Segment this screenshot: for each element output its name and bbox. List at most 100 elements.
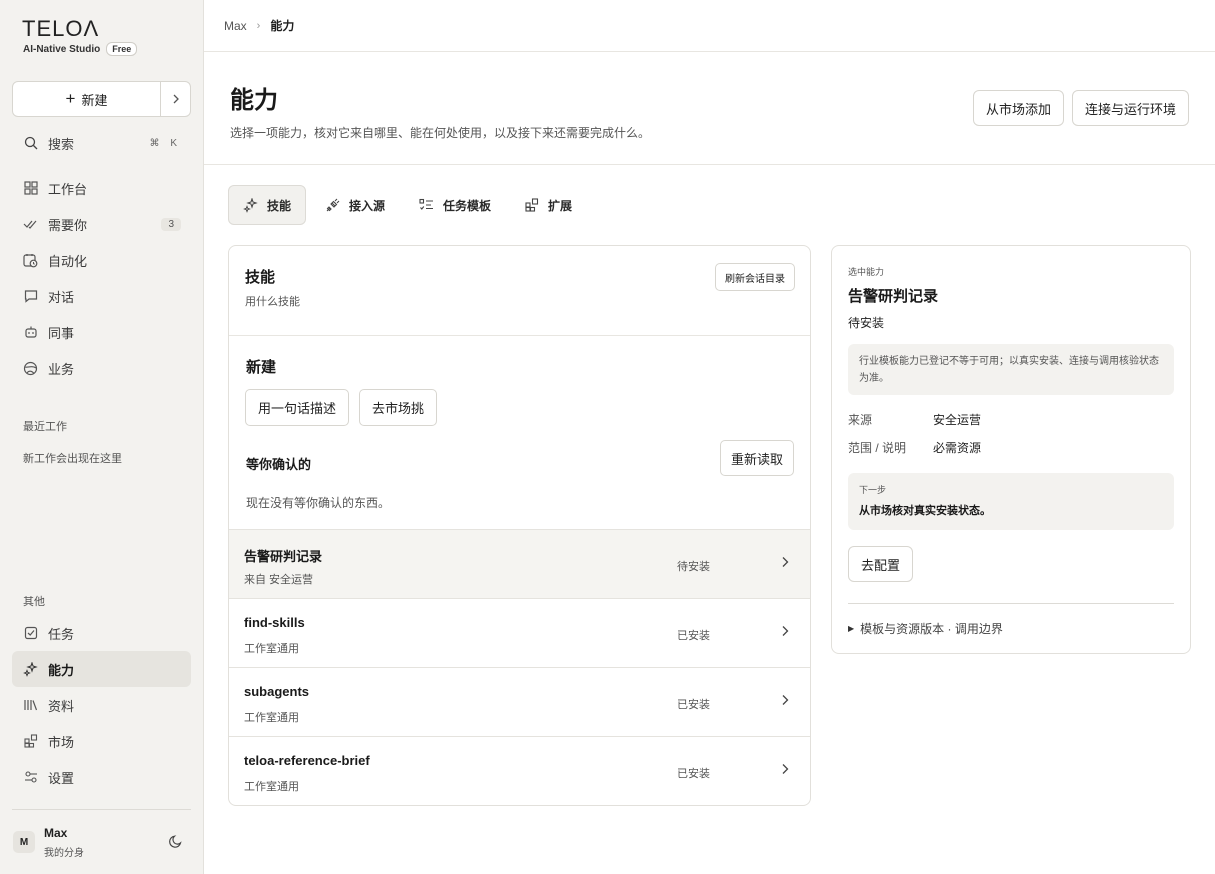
skills-list: 告警研判记录 来自 安全运营 待安装 find-skills 工作室通用 已安装…	[229, 529, 810, 805]
tab-label: 技能	[267, 198, 292, 213]
sidebar: TELOΛ AI-Native Studio Free + 新建 搜索 ⌘ K …	[0, 0, 204, 874]
describe-in-one-sentence-button[interactable]: 用一句话描述	[245, 389, 349, 426]
page-description: 选择一项能力，核对它来自哪里、能在何处使用，以及接下来还需要完成什么。	[230, 126, 651, 140]
reload-button[interactable]: 重新读取	[720, 440, 794, 476]
source-value: 安全运营	[933, 413, 982, 427]
search-shortcut: ⌘ K	[149, 137, 181, 149]
sliders-icon	[23, 770, 38, 785]
nav-item-library[interactable]: 资料	[12, 687, 191, 723]
plug-icon	[325, 198, 340, 213]
nav-item-tasks[interactable]: 任务	[12, 615, 191, 651]
blocks-icon	[525, 198, 539, 212]
checkbox-icon	[23, 626, 38, 641]
nav-item-colleagues[interactable]: 同事	[12, 314, 191, 350]
connect-runtime-button[interactable]: 连接与运行环境	[1072, 90, 1189, 126]
chevron-right-icon	[780, 625, 790, 640]
tab-label: 扩展	[548, 198, 573, 213]
skill-name: find-skills	[244, 615, 305, 630]
skill-source: 工作室通用	[244, 712, 299, 724]
selected-capability-status: 待安装	[848, 316, 885, 330]
other-nav: 任务 能力 资料 市场 设置	[12, 615, 191, 795]
recent-work-empty: 新工作会出现在这里	[23, 453, 122, 465]
nav-item-capabilities[interactable]: 能力	[12, 651, 191, 687]
browse-market-button[interactable]: 去市场挑	[359, 389, 437, 426]
skill-row-find-skills[interactable]: find-skills 工作室通用 已安装	[229, 598, 810, 667]
skill-status: 已安装	[677, 630, 710, 642]
blocks-icon	[23, 734, 38, 749]
skill-row-teloa-reference-brief[interactable]: teloa-reference-brief 工作室通用 已安装	[229, 736, 810, 805]
nav-label: 市场	[48, 734, 75, 750]
recent-work-heading: 最近工作	[23, 421, 67, 433]
version-boundary-disclosure[interactable]: ▶ 模板与资源版本 · 调用边界	[848, 620, 1003, 637]
skill-source: 工作室通用	[244, 643, 299, 655]
scope-key: 范围 / 说明	[848, 441, 907, 455]
nav-label: 任务	[48, 626, 75, 642]
skill-status: 已安装	[677, 699, 710, 711]
nav-item-workbench[interactable]: 工作台	[12, 170, 191, 206]
nav-item-chat[interactable]: 对话	[12, 278, 191, 314]
scope-value: 必需资源	[933, 441, 982, 455]
panel-divider	[848, 603, 1174, 604]
expand-chevron-button[interactable]	[160, 82, 190, 116]
pending-confirm-empty: 现在没有等你确认的东西。	[246, 496, 391, 510]
app-logo[interactable]: TELOΛ	[22, 16, 99, 42]
skills-card: 技能 用什么技能 刷新会话目录 新建 用一句话描述 去市场挑 等你确认的 重新读…	[228, 245, 811, 806]
user-info: Max 我的分身	[44, 826, 84, 859]
breadcrumb-root[interactable]: Max	[224, 19, 247, 33]
next-step-label: 下一步	[859, 485, 887, 495]
tab-sources[interactable]: 接入源	[310, 185, 400, 225]
library-icon	[23, 698, 38, 713]
tab-task-templates[interactable]: 任务模板	[404, 185, 506, 225]
card-divider	[229, 335, 810, 336]
chat-bubble-icon	[23, 289, 38, 304]
search-icon	[24, 136, 38, 150]
skill-row-subagents[interactable]: subagents 工作室通用 已安装	[229, 667, 810, 736]
double-check-icon	[23, 217, 38, 232]
nav-item-settings[interactable]: 设置	[12, 759, 191, 795]
pending-confirm-title: 等你确认的	[246, 457, 312, 472]
disclosure-triangle-icon: ▶	[848, 624, 855, 633]
search-label: 搜索	[48, 136, 75, 152]
add-from-market-button[interactable]: 从市场添加	[973, 90, 1064, 126]
chevron-right-icon	[780, 763, 790, 778]
nav-item-business[interactable]: 业务	[12, 350, 191, 386]
chevron-right-icon	[173, 94, 179, 104]
breadcrumb: Max › 能力	[204, 0, 1215, 52]
new-button[interactable]: + 新建	[13, 82, 160, 116]
nav-item-needs-you[interactable]: 需要你 3	[12, 206, 191, 242]
user-profile[interactable]: M Max 我的分身	[12, 809, 191, 874]
skill-status: 已安装	[677, 768, 710, 780]
nav-item-automation[interactable]: 自动化	[12, 242, 191, 278]
nav-label: 能力	[48, 662, 75, 678]
page-title: 能力	[230, 87, 278, 114]
selected-capability-label: 选中能力	[848, 267, 885, 277]
nav-label: 同事	[48, 325, 75, 341]
skill-status: 待安装	[677, 561, 710, 573]
tab-extensions[interactable]: 扩展	[510, 185, 587, 225]
skill-name: 告警研判记录	[244, 549, 323, 564]
calendar-clock-icon	[23, 253, 38, 268]
refresh-session-catalog-button[interactable]: 刷新会话目录	[715, 263, 795, 291]
app-subtitle: AI-Native Studio Free	[23, 42, 138, 56]
tab-label: 接入源	[349, 198, 386, 213]
nav-item-market[interactable]: 市场	[12, 723, 191, 759]
new-button-label: 新建	[81, 92, 108, 108]
nav-label: 资料	[48, 698, 75, 714]
chevron-right-icon: ›	[256, 19, 261, 32]
skill-name: subagents	[244, 684, 310, 699]
skill-row-alert-triage[interactable]: 告警研判记录 来自 安全运营 待安装	[229, 529, 810, 598]
user-subtitle: 我的分身	[44, 847, 84, 859]
sparkle-icon	[243, 197, 258, 213]
availability-note: 行业模板能力已登记不等于可用；以真实安装、连接与调用核验状态为准。	[848, 344, 1174, 395]
needs-you-count-badge: 3	[161, 217, 181, 231]
capability-tabs: 技能 接入源 任务模板 扩展	[228, 185, 587, 225]
plus-icon: +	[65, 88, 76, 108]
capability-detail-panel: 选中能力 告警研判记录 待安装 行业模板能力已登记不等于可用；以真实安装、连接与…	[831, 245, 1191, 654]
tab-skills[interactable]: 技能	[228, 185, 307, 225]
configure-button[interactable]: 去配置	[848, 546, 913, 582]
skill-source: 来自 安全运营	[244, 574, 314, 586]
nav-label: 业务	[48, 361, 75, 377]
nav-label: 需要你	[48, 217, 88, 233]
search-button[interactable]: 搜索 ⌘ K	[12, 130, 191, 156]
theme-toggle-moon-icon[interactable]	[169, 834, 183, 851]
